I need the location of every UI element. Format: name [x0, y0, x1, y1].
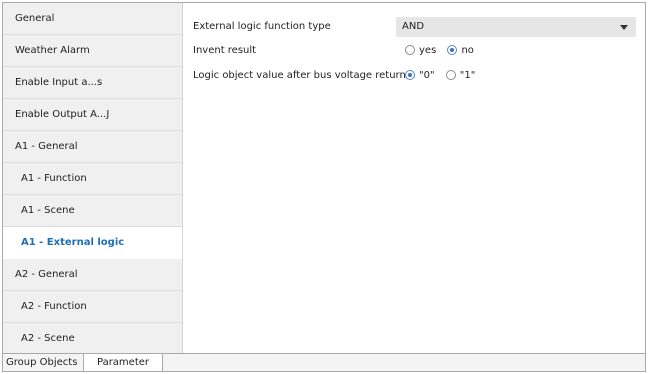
- sidebar-item-label: A2 - General: [15, 269, 78, 280]
- sidebar-item-label: Enable Input a...s: [15, 77, 103, 88]
- radio-label: "0": [419, 70, 435, 81]
- param-label: External logic function type: [193, 21, 331, 32]
- invert-result-radio-group: yes no: [405, 41, 482, 61]
- radio-yes[interactable]: yes: [405, 41, 436, 61]
- sidebar-item-general[interactable]: General: [3, 3, 182, 35]
- radio-checked-icon: [447, 45, 458, 55]
- radio-zero[interactable]: "0": [405, 66, 435, 86]
- sidebar-item-a2-function[interactable]: A2 - Function: [3, 291, 182, 323]
- sidebar-item-label: A2 - Function: [21, 301, 87, 312]
- sidebar-item-enable-inputs[interactable]: Enable Input a...s: [3, 67, 182, 99]
- sidebar-item-weather-alarm[interactable]: Weather Alarm: [3, 35, 182, 67]
- sidebar-item-a1-scene[interactable]: A1 - Scene: [3, 195, 182, 227]
- radio-label: yes: [419, 45, 437, 56]
- sidebar-item-a2-scene[interactable]: A2 - Scene: [3, 323, 182, 354]
- radio-label: no: [461, 45, 474, 56]
- bus-return-radio-group: "0" "1": [405, 66, 483, 86]
- sidebar-item-label: Weather Alarm: [15, 45, 90, 56]
- sidebar-item-a2-general[interactable]: A2 - General: [3, 259, 182, 291]
- param-label: Invent result: [193, 45, 257, 56]
- sidebar-item-label: Enable Output A...J: [15, 109, 110, 120]
- radio-circle-icon: [405, 45, 415, 55]
- sidebar-item-a1-general[interactable]: A1 - General: [3, 131, 182, 163]
- sidebar-item-label: A1 - Scene: [21, 205, 75, 216]
- radio-no[interactable]: no: [447, 41, 474, 61]
- sidebar-item-label: A1 - External logic: [21, 237, 125, 248]
- tab-label: Group Objects: [6, 357, 78, 368]
- sidebar-item-a1-external-logic[interactable]: A1 - External logic: [3, 227, 182, 259]
- parameter-panel: External logic function type AND Invent …: [184, 3, 645, 354]
- sidebar-item-label: A2 - Scene: [21, 333, 75, 344]
- sidebar-item-label: A1 - Function: [21, 173, 87, 184]
- parameter-window: General Weather Alarm Enable Input a...s…: [2, 2, 646, 372]
- logic-type-dropdown[interactable]: AND: [396, 17, 636, 37]
- tab-parameter[interactable]: Parameter: [83, 354, 163, 371]
- param-row-bus-return: Logic object value after bus voltage ret…: [193, 66, 645, 86]
- tab-group-objects[interactable]: Group Objects: [3, 354, 88, 371]
- radio-one[interactable]: "1": [445, 66, 476, 86]
- radio-label: "1": [459, 70, 476, 81]
- sidebar-item-label: A1 - General: [15, 141, 78, 152]
- tab-label: Parameter: [96, 357, 150, 368]
- radio-circle-icon: [445, 70, 456, 80]
- sidebar-item-a1-function[interactable]: A1 - Function: [3, 163, 182, 195]
- chevron-down-icon: [620, 25, 628, 30]
- sidebar: General Weather Alarm Enable Input a...s…: [3, 3, 183, 354]
- sidebar-item-enable-outputs[interactable]: Enable Output A...J: [3, 99, 182, 131]
- dropdown-value: AND: [402, 21, 425, 32]
- bottom-tab-bar: Group Objects Parameter: [3, 353, 645, 371]
- sidebar-item-label: General: [15, 13, 55, 24]
- radio-checked-icon: [405, 70, 415, 80]
- param-label: Logic object value after bus voltage ret…: [193, 70, 406, 81]
- param-row-invert-result: Invent result yes no: [193, 41, 645, 61]
